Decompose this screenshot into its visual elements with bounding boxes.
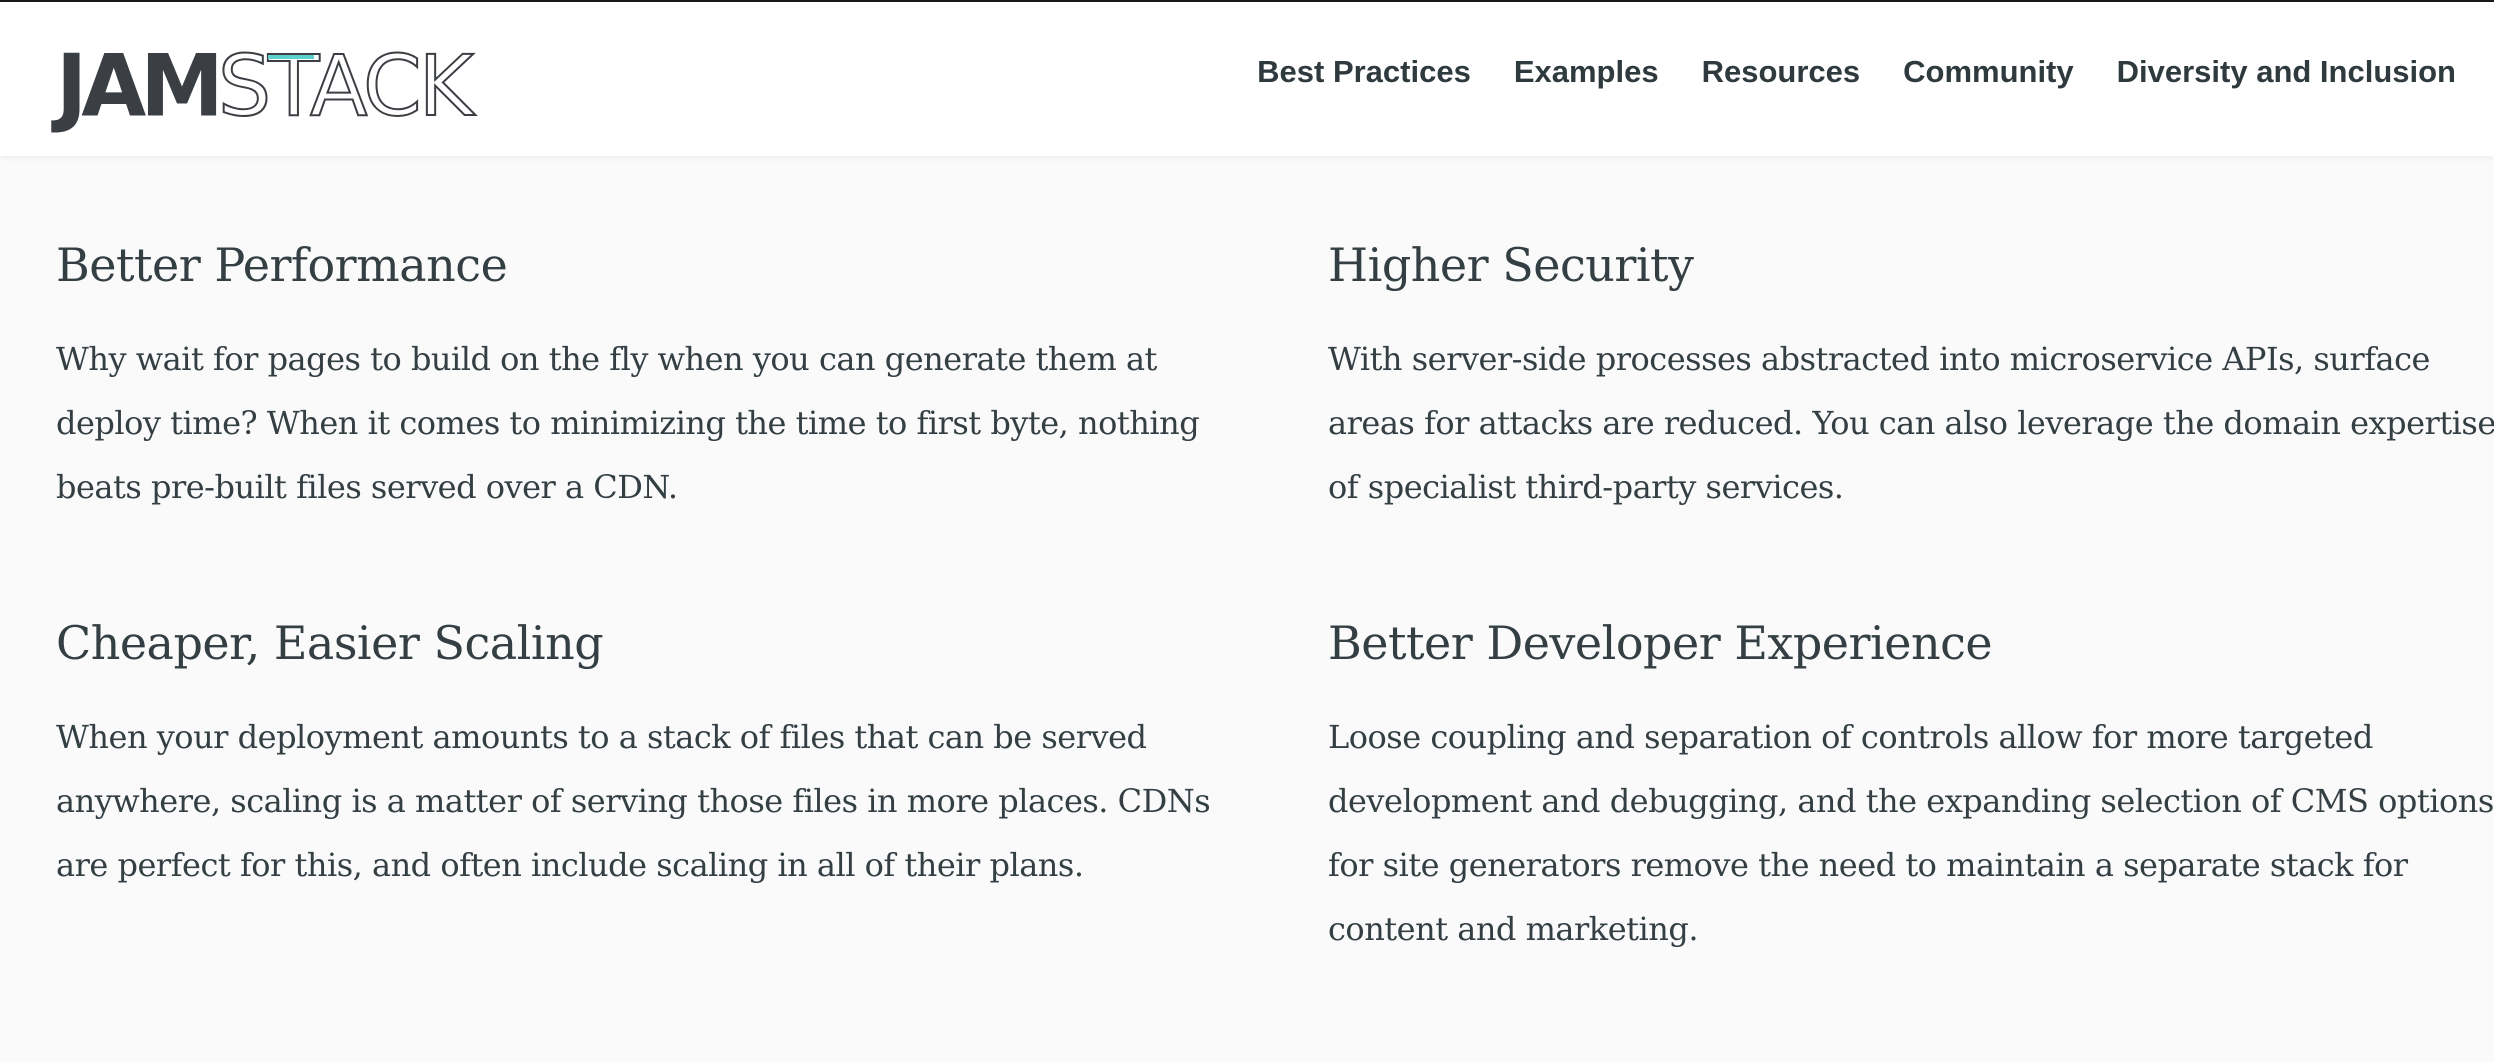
feature-description: When your deployment amounts to a stack …	[56, 718, 1211, 885]
feature-title: Higher Security	[1328, 238, 1694, 292]
logo-stack-wrap: STACK	[217, 43, 475, 129]
feature-title: Better Performance	[56, 238, 508, 292]
feature-better-developer-experience: Better Developer Experience Loose coupli…	[1328, 616, 2494, 961]
feature-description: Loose coupling and separation of control…	[1328, 718, 2494, 949]
feature-description: Why wait for pages to build on the fly w…	[56, 340, 1200, 507]
nav-examples[interactable]: Examples	[1514, 54, 1659, 90]
nav-community[interactable]: Community	[1903, 54, 2074, 90]
nav-best-practices[interactable]: Best Practices	[1257, 54, 1471, 90]
feature-cheaper-easier-scaling: Cheaper, Easier Scaling When your deploy…	[56, 616, 1236, 897]
main-nav: Best Practices Examples Resources Commun…	[1257, 4, 2456, 140]
feature-title: Better Developer Experience	[1328, 616, 1993, 670]
feature-higher-security: Higher Security With server-side process…	[1328, 238, 2494, 519]
logo-stack-text: STACK	[217, 37, 475, 135]
nav-resources[interactable]: Resources	[1702, 54, 1861, 90]
feature-better-performance: Better Performance Why wait for pages to…	[56, 238, 1236, 519]
feature-description: With server-side processes abstracted in…	[1328, 340, 2494, 507]
logo-accent-bar	[267, 55, 314, 59]
jamstack-logo[interactable]: JAM STACK	[56, 28, 475, 136]
feature-title: Cheaper, Easier Scaling	[56, 616, 604, 670]
nav-diversity-and-inclusion[interactable]: Diversity and Inclusion	[2117, 54, 2456, 90]
logo-jam-text: JAM	[56, 36, 224, 136]
site-header: JAM STACK Best Practices Examples Resour…	[0, 2, 2494, 156]
